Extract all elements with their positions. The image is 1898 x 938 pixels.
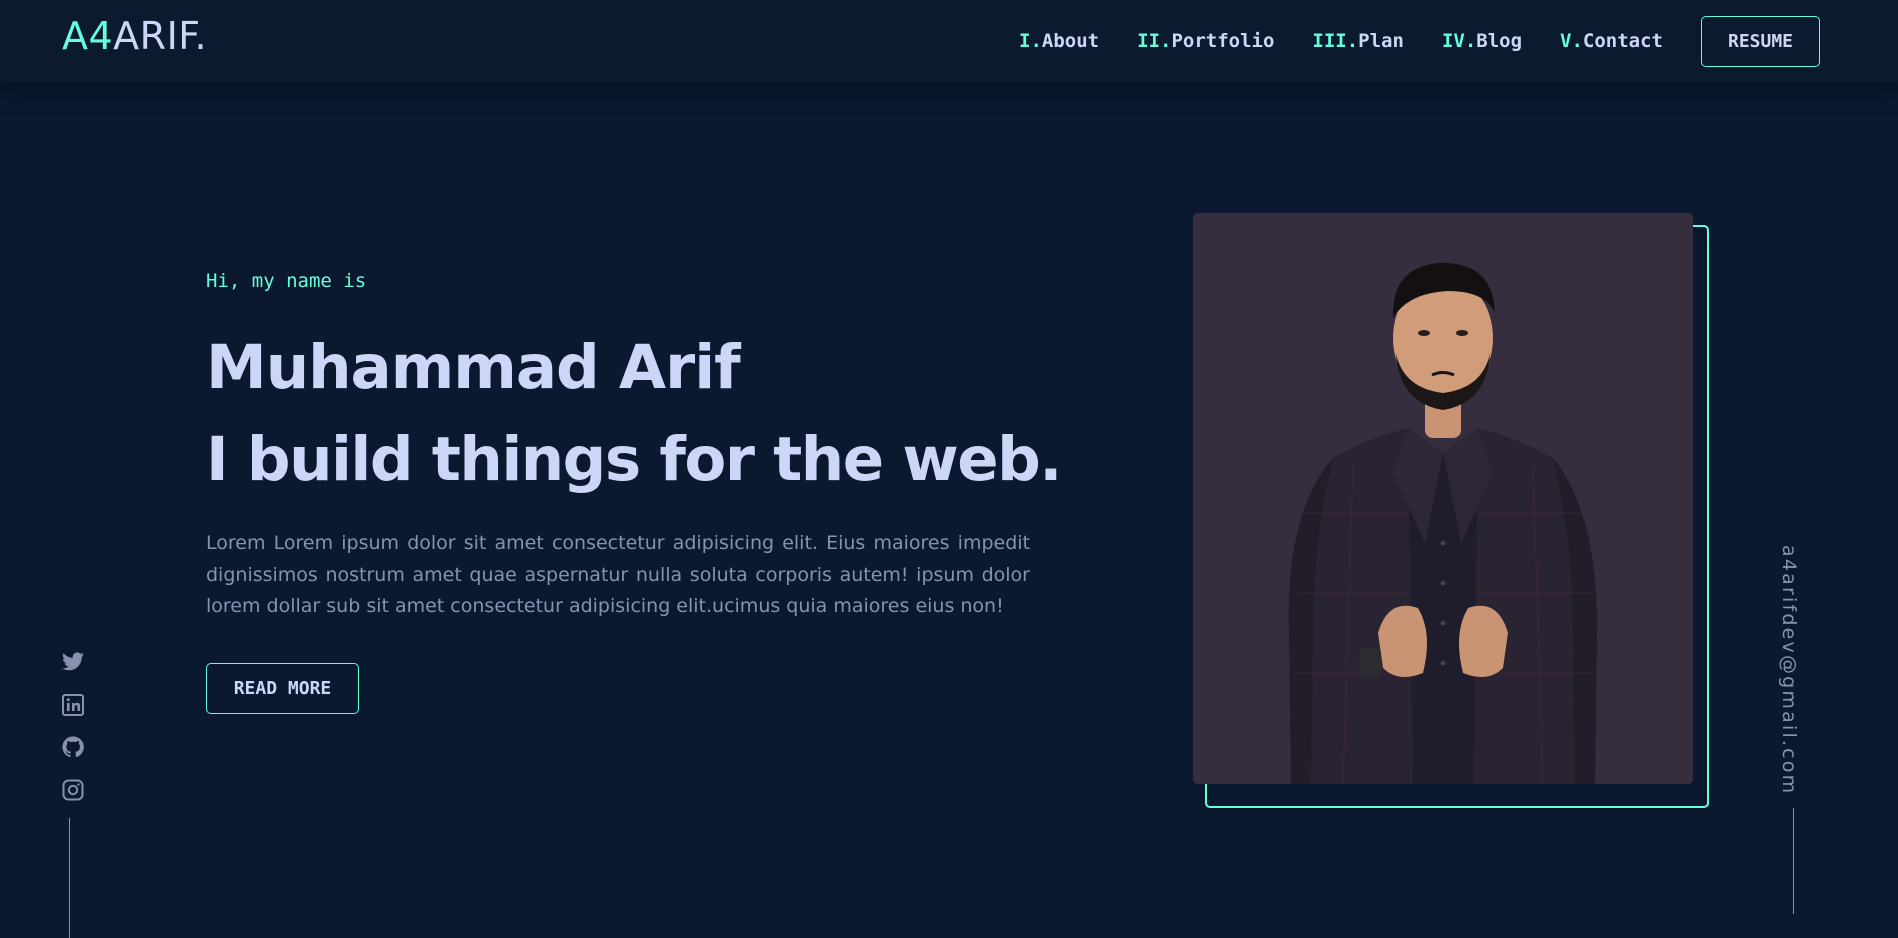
resume-button[interactable]: RESUME <box>1701 15 1820 67</box>
social-links <box>58 650 88 820</box>
profile-photo-illustration <box>1193 213 1693 784</box>
profile-photo <box>1193 213 1693 784</box>
nav-number: III. <box>1312 30 1359 52</box>
navbar: A4ARIF. I.About II.Portfolio III.Plan IV… <box>0 0 1898 82</box>
logo-accent: A4 <box>62 14 114 58</box>
nav-links: I.About II.Portfolio III.Plan IV.Blog V.… <box>1019 0 1898 82</box>
email-divider-line <box>1793 808 1794 914</box>
twitter-icon[interactable] <box>61 650 85 674</box>
nav-item-blog[interactable]: IV.Blog <box>1442 30 1522 52</box>
nav-label: Portfolio <box>1171 30 1275 52</box>
logo-text: ARIF. <box>113 14 208 58</box>
nav-item-plan[interactable]: III.Plan <box>1312 30 1404 52</box>
nav-label: Plan <box>1358 30 1404 52</box>
read-more-button[interactable]: READ MORE <box>206 662 359 714</box>
hero-tagline: I build things for the web. <box>206 424 1062 495</box>
instagram-icon[interactable] <box>61 778 85 802</box>
github-icon[interactable] <box>61 735 85 759</box>
social-divider-line <box>69 818 70 938</box>
nav-item-about[interactable]: I.About <box>1019 30 1099 52</box>
nav-label: Contact <box>1582 30 1663 52</box>
nav-label: Blog <box>1476 30 1523 52</box>
nav-number: II. <box>1137 30 1172 52</box>
hero-greeting: Hi, my name is <box>206 270 367 292</box>
nav-number: V. <box>1560 30 1583 52</box>
nav-number: IV. <box>1441 30 1477 52</box>
linkedin-icon[interactable] <box>61 693 85 717</box>
hero-name: Muhammad Arif <box>206 332 741 403</box>
logo[interactable]: A4ARIF. <box>62 17 207 55</box>
hero-section: Hi, my name is Muhammad Arif I build thi… <box>206 270 1062 714</box>
hero-description: Lorem Lorem ipsum dolor sit amet consect… <box>206 532 1030 617</box>
nav-number: I. <box>1019 30 1042 52</box>
nav-item-portfolio[interactable]: II.Portfolio <box>1137 30 1274 52</box>
nav-label: About <box>1041 30 1100 52</box>
nav-item-contact[interactable]: V.Contact <box>1560 30 1663 52</box>
email-link[interactable]: a4arifdev@gmail.com <box>1778 545 1800 795</box>
